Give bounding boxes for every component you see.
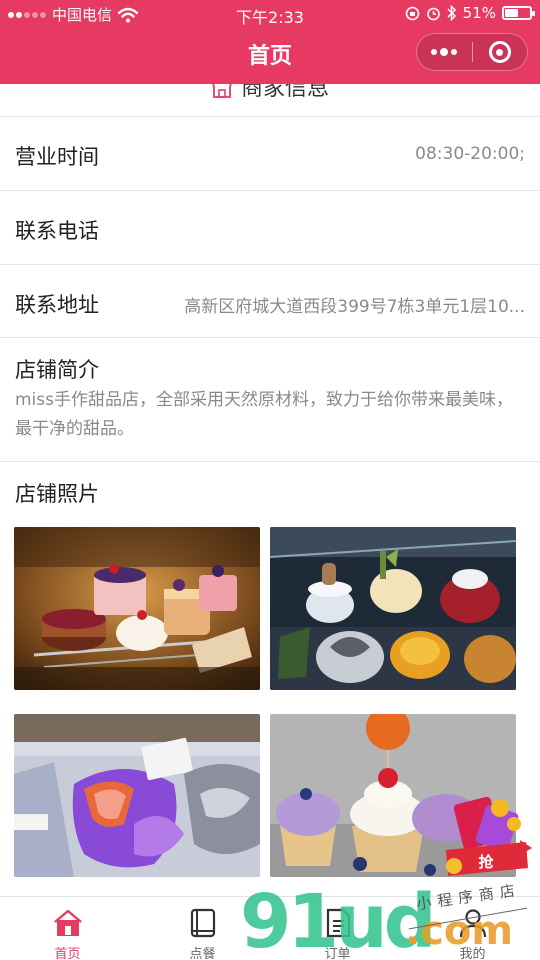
order-icon	[326, 908, 350, 938]
intro-label: 店铺简介	[15, 358, 99, 382]
tab-mine-label: 我的	[459, 947, 486, 960]
photos-label: 店铺照片	[15, 482, 99, 506]
status-bar: 中国电信 下午2:33 51%	[0, 0, 540, 28]
tab-order-menu-label: 点餐	[189, 947, 216, 960]
menu-book-icon	[190, 908, 215, 938]
store-photo-gelato-display[interactable]	[14, 714, 260, 877]
rotation-lock-icon	[405, 6, 419, 20]
intro-text: miss手作甜品店，全部采用天然原材料，致力于给你带来最美味，最干净的甜品。	[15, 390, 513, 439]
tab-home[interactable]: 首页	[0, 897, 135, 960]
more-dots-icon	[431, 48, 458, 56]
battery-icon	[502, 6, 535, 20]
hours-row: 营业时间 08:30-20:00;	[0, 116, 540, 190]
address-label: 联系地址	[15, 293, 99, 317]
photos-row: 店铺照片	[0, 461, 540, 521]
store-photo-cakes-on-rack[interactable]	[14, 527, 260, 690]
target-icon	[488, 41, 511, 63]
address-value[interactable]: 高新区府城大道西段399号7栋3单元1层10...	[170, 292, 525, 317]
hours-value: 08:30-20:00;	[415, 144, 525, 164]
section-header: 商家信息	[0, 84, 540, 116]
phone-row[interactable]: 联系电话	[0, 190, 540, 264]
tab-orders[interactable]: 订单	[270, 897, 405, 960]
store-photo-cake-display-case[interactable]	[270, 527, 516, 690]
store-icon	[212, 84, 232, 98]
mini-program-capsule	[416, 33, 528, 71]
alarm-icon	[426, 7, 440, 20]
home-icon	[53, 909, 82, 936]
battery-level	[505, 9, 519, 17]
tab-home-label: 首页	[54, 947, 81, 960]
tab-mine[interactable]: 我的	[405, 897, 540, 960]
section-title: 商家信息	[240, 84, 329, 101]
intro-row: 店铺简介 miss手作甜品店，全部采用天然原材料，致力于给你带来最美味，最干净的…	[0, 337, 540, 461]
top-bar: 中国电信 下午2:33 51% 首页	[0, 0, 540, 84]
battery-percent: 51%	[462, 4, 496, 22]
user-icon	[459, 909, 486, 938]
tab-order-menu[interactable]: 点餐	[135, 897, 270, 960]
close-button[interactable]	[473, 34, 528, 70]
tab-orders-label: 订单	[324, 947, 351, 960]
address-row[interactable]: 联系地址 高新区府城大道西段399号7栋3单元1层10...	[0, 264, 540, 337]
hours-label: 营业时间	[15, 145, 99, 169]
more-button[interactable]	[417, 34, 472, 70]
phone-label: 联系电话	[15, 219, 99, 243]
tab-bar: 首页 点餐 订单 我的	[0, 896, 540, 960]
bluetooth-icon	[447, 5, 456, 21]
grab-label[interactable]: 抢	[468, 851, 504, 873]
